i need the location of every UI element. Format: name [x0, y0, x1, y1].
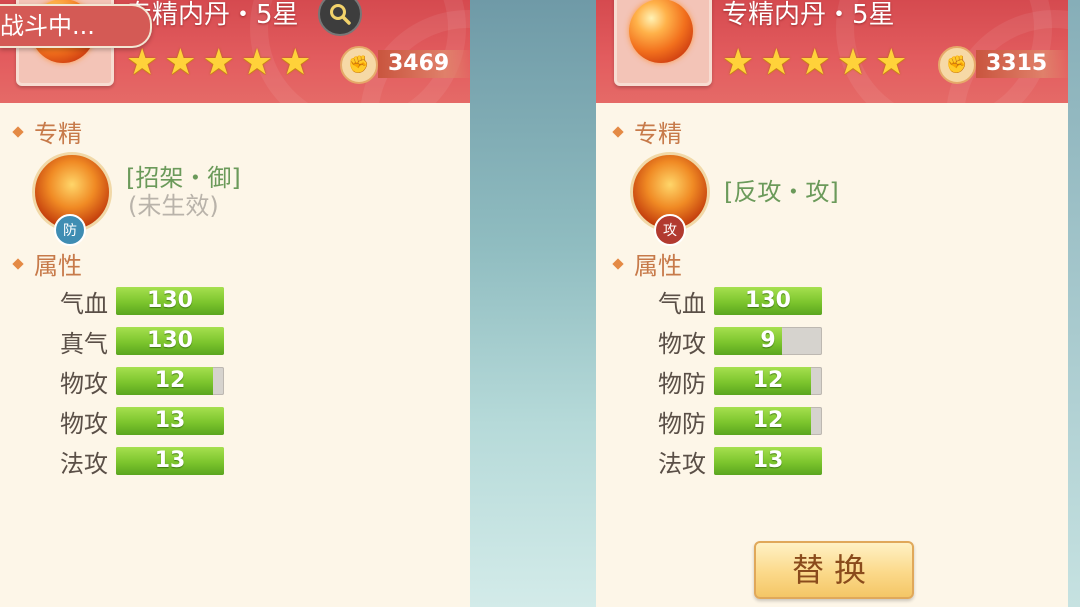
attribute-row: 法攻 13 — [658, 446, 822, 478]
star-icon: ★ — [279, 42, 312, 83]
attribute-row: 物防 12 — [658, 366, 822, 398]
background-gap — [470, 0, 596, 607]
attribute-label: 物攻 — [60, 369, 108, 398]
replace-button[interactable]: 替换 — [754, 541, 914, 599]
attribute-value: 12 — [154, 368, 186, 393]
attribute-row: 气血 130 — [658, 286, 822, 318]
diamond-bullet-icon — [612, 126, 624, 138]
specialty-section-title: 专精 — [12, 114, 82, 149]
defense-badge-icon: 防 — [54, 214, 86, 246]
current-item-panel: 专精内丹・5星 ★ ★ ★ ★ ★ ✊ 3469 战斗中... 专精 防 [招架… — [0, 0, 470, 607]
attribute-row: 物攻 13 — [60, 406, 224, 438]
attributes-section-title: 属性 — [612, 246, 682, 281]
inner-core-icon — [629, 0, 693, 63]
attribute-value: 130 — [147, 288, 193, 313]
star-icon: ★ — [126, 42, 159, 83]
skill-status: (未生效) — [128, 192, 219, 220]
star-rating: ★ ★ ★ ★ ★ — [126, 45, 311, 81]
attribute-row: 物防 12 — [658, 406, 822, 438]
attribute-label: 物攻 — [658, 329, 706, 358]
star-icon: ★ — [836, 42, 870, 83]
attribute-value: 130 — [147, 328, 193, 353]
star-icon: ★ — [798, 42, 831, 83]
attributes-section-title: 属性 — [12, 246, 82, 281]
star-icon: ★ — [202, 42, 235, 83]
star-icon: ★ — [722, 42, 755, 83]
attribute-label: 气血 — [60, 289, 108, 318]
attribute-bar: 130 — [116, 287, 224, 315]
star-icon: ★ — [164, 42, 197, 83]
new-item-panel: 专精内丹・5星 ★ ★ ★ ★ ★ ✊ 3315 专精 攻 [反攻・攻] 属性 … — [596, 0, 1068, 607]
battle-status-tag: 战斗中... — [0, 4, 152, 48]
fist-icon: ✊ — [340, 46, 378, 84]
star-icon: ★ — [760, 42, 793, 83]
item-name: 专精内丹・5星 — [722, 0, 895, 30]
attribute-row: 气血 130 — [60, 286, 224, 318]
power-score: 3315 — [976, 50, 1068, 78]
attribute-row: 法攻 13 — [60, 446, 224, 478]
item-icon-frame[interactable] — [614, 0, 712, 86]
skill-name: [反攻・攻] — [724, 178, 839, 206]
attribute-row: 物攻 12 — [60, 366, 224, 398]
attribute-bar: 12 — [714, 407, 822, 435]
item-header: 专精内丹・5星 ★ ★ ★ ★ ★ ✊ 3315 — [596, 0, 1068, 103]
attribute-label: 法攻 — [658, 449, 706, 478]
specialty-section-title: 专精 — [612, 114, 682, 149]
attribute-row: 真气 130 — [60, 326, 224, 358]
attribute-label: 法攻 — [60, 449, 108, 478]
attribute-label: 物防 — [658, 409, 706, 438]
attribute-bar: 9 — [714, 327, 822, 355]
star-icon: ★ — [240, 42, 274, 83]
star-rating: ★ ★ ★ ★ ★ — [722, 45, 907, 81]
attribute-bar: 13 — [714, 447, 822, 475]
power-score: 3469 — [378, 50, 470, 78]
background-edge — [1068, 0, 1080, 607]
attribute-bar: 12 — [714, 367, 822, 395]
attribute-bar: 130 — [714, 287, 822, 315]
attribute-bar: 130 — [116, 327, 224, 355]
attribute-bar: 13 — [116, 407, 224, 435]
attribute-label: 真气 — [60, 329, 108, 358]
diamond-bullet-icon — [12, 258, 24, 270]
attribute-value: 13 — [154, 408, 186, 433]
attribute-label: 气血 — [658, 289, 706, 318]
diamond-bullet-icon — [12, 126, 24, 138]
attribute-value: 13 — [154, 448, 186, 473]
diamond-bullet-icon — [612, 258, 624, 270]
attribute-label: 物攻 — [60, 409, 108, 438]
attribute-value: 130 — [745, 288, 791, 313]
star-icon: ★ — [875, 42, 908, 83]
fist-icon: ✊ — [938, 46, 976, 84]
attribute-value: 9 — [760, 328, 776, 353]
attribute-label: 物防 — [658, 369, 706, 398]
attribute-bar: 12 — [116, 367, 224, 395]
attribute-row: 物攻 9 — [658, 326, 822, 358]
magnifier-icon — [330, 4, 351, 25]
attack-badge-icon: 攻 — [654, 214, 686, 246]
attribute-value: 12 — [752, 408, 784, 433]
attribute-value: 12 — [752, 368, 784, 393]
attribute-value: 13 — [752, 448, 784, 473]
attribute-bar: 13 — [116, 447, 224, 475]
